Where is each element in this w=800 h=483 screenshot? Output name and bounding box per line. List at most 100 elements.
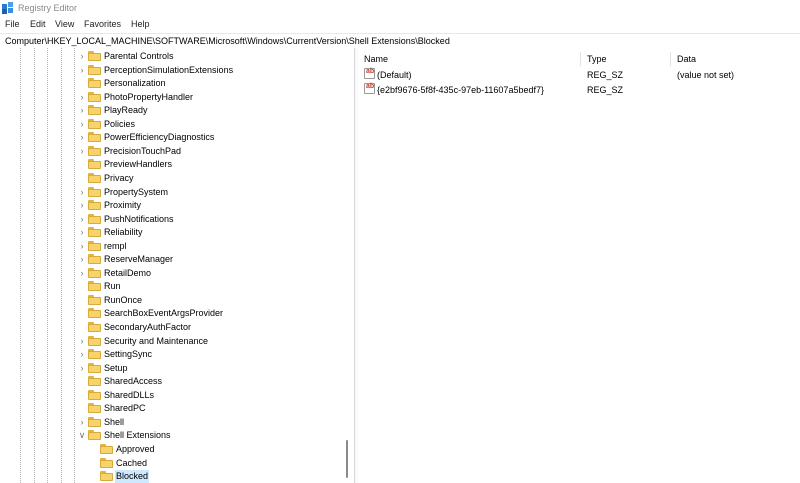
tree-item-label[interactable]: PreviewHandlers	[103, 158, 173, 171]
tree-item-label[interactable]: PerceptionSimulationExtensions	[103, 64, 234, 77]
registry-tree[interactable]: › Parental Controls › PerceptionSimulationE…	[0, 48, 355, 483]
tree-item-label[interactable]: Blocked	[115, 470, 150, 483]
column-separator[interactable]	[670, 52, 671, 66]
tree-item[interactable]: Privacy	[0, 172, 340, 185]
values-list[interactable]: Name Type Data ab (Default) REG_SZ (value n…	[358, 48, 800, 483]
tree-item[interactable]: › Policies	[0, 118, 340, 131]
chevron-right-icon[interactable]: ›	[78, 145, 86, 157]
chevron-right-icon[interactable]: ›	[78, 50, 86, 62]
chevron-right-icon[interactable]: ›	[78, 253, 86, 265]
chevron-right-icon[interactable]: ›	[78, 267, 86, 279]
chevron-right-icon[interactable]: ›	[78, 240, 86, 252]
chevron-right-icon[interactable]: ›	[78, 348, 86, 360]
tree-item-label[interactable]: Privacy	[103, 172, 135, 185]
tree-item[interactable]: › Security and Maintenance	[0, 335, 340, 348]
chevron-right-icon[interactable]: ›	[78, 213, 86, 225]
column-separator[interactable]	[580, 52, 581, 66]
tree-item[interactable]: › PropertySystem	[0, 186, 340, 199]
chevron-right-icon[interactable]: ›	[78, 91, 86, 103]
tree-item[interactable]: › Setup	[0, 362, 340, 375]
tree-item-label[interactable]: Cached	[115, 457, 148, 470]
tree-item[interactable]: › Reliability	[0, 226, 340, 239]
tree-item[interactable]: › Proximity	[0, 199, 340, 212]
tree-item-label[interactable]: Reliability	[103, 226, 144, 239]
chevron-right-icon[interactable]: ›	[78, 416, 86, 428]
tree-scrollbar-thumb[interactable]	[346, 440, 348, 478]
chevron-right-icon[interactable]: ›	[78, 118, 86, 130]
tree-item[interactable]: › PowerEfficiencyDiagnostics	[0, 131, 340, 144]
menu-favorites[interactable]: Favorites	[84, 19, 121, 29]
tree-item[interactable]: Personalization	[0, 77, 340, 90]
column-header-data[interactable]: Data	[677, 54, 696, 64]
tree-item-label[interactable]: ReserveManager	[103, 253, 174, 266]
tree-item[interactable]: › Shell	[0, 416, 340, 429]
tree-item[interactable]: › PrecisionTouchPad	[0, 145, 340, 158]
tree-item-label[interactable]: SecondaryAuthFactor	[103, 321, 192, 334]
tree-item-label[interactable]: PrecisionTouchPad	[103, 145, 182, 158]
tree-item-label[interactable]: PushNotifications	[103, 213, 175, 226]
tree-item[interactable]: › rempl	[0, 240, 340, 253]
tree-item[interactable]: › SettingSync	[0, 348, 340, 361]
chevron-right-icon[interactable]: ›	[78, 104, 86, 116]
tree-item-label[interactable]: RunOnce	[103, 294, 143, 307]
tree-item-label[interactable]: PlayReady	[103, 104, 149, 117]
tree-item-label[interactable]: Parental Controls	[103, 50, 175, 63]
menu-view[interactable]: View	[55, 19, 74, 29]
tree-item[interactable]: › PushNotifications	[0, 213, 340, 226]
column-header-name[interactable]: Name	[364, 54, 388, 64]
tree-item-label[interactable]: Approved	[115, 443, 156, 456]
tree-item[interactable]: › RetailDemo	[0, 267, 340, 280]
tree-item[interactable]: › PhotoPropertyHandler	[0, 91, 340, 104]
tree-item-label[interactable]: PropertySystem	[103, 186, 169, 199]
chevron-right-icon[interactable]: ›	[78, 64, 86, 76]
chevron-right-icon[interactable]: ›	[78, 186, 86, 198]
chevron-down-icon[interactable]: ∨	[78, 429, 86, 441]
tree-item[interactable]: › Parental Controls	[0, 50, 340, 63]
tree-item-label[interactable]: Security and Maintenance	[103, 335, 209, 348]
value-row[interactable]: ab {e2bf9676-5f8f-435c-97eb-11607a5bedf7}…	[358, 82, 800, 96]
menu-edit[interactable]: Edit	[30, 19, 46, 29]
chevron-right-icon[interactable]: ›	[78, 335, 86, 347]
tree-item-label[interactable]: Policies	[103, 118, 136, 131]
tree-item-label[interactable]: RetailDemo	[103, 267, 152, 280]
tree-item-label[interactable]: PhotoPropertyHandler	[103, 91, 194, 104]
tree-item-label[interactable]: Shell Extensions	[103, 429, 172, 442]
chevron-right-icon[interactable]: ›	[78, 199, 86, 211]
tree-item-label[interactable]: rempl	[103, 240, 128, 253]
tree-item-label[interactable]: Shell	[103, 416, 125, 429]
tree-item[interactable]: PreviewHandlers	[0, 158, 340, 171]
address-bar[interactable]: Computer\HKEY_LOCAL_MACHINE\SOFTWARE\Mic…	[0, 33, 800, 47]
chevron-right-icon[interactable]: ›	[78, 226, 86, 238]
tree-item[interactable]: SharedDLLs	[0, 389, 340, 402]
tree-item-label[interactable]: Setup	[103, 362, 129, 375]
menu-help[interactable]: Help	[131, 19, 150, 29]
tree-item[interactable]: ∨ Shell Extensions	[0, 429, 340, 442]
tree-item-label[interactable]: SharedDLLs	[103, 389, 155, 402]
address-path[interactable]: Computer\HKEY_LOCAL_MACHINE\SOFTWARE\Mic…	[5, 36, 450, 46]
tree-item-label[interactable]: Proximity	[103, 199, 142, 212]
value-row[interactable]: ab (Default) REG_SZ (value not set)	[358, 68, 800, 81]
tree-item-label[interactable]: SearchBoxEventArgsProvider	[103, 307, 224, 320]
tree-item[interactable]: › ReserveManager	[0, 253, 340, 266]
chevron-right-icon[interactable]: ›	[78, 131, 86, 143]
tree-item-label[interactable]: PowerEfficiencyDiagnostics	[103, 131, 215, 144]
tree-item[interactable]: Approved	[0, 443, 340, 456]
tree-item[interactable]: Blocked	[0, 470, 340, 483]
tree-item-label[interactable]: Personalization	[103, 77, 167, 90]
chevron-right-icon[interactable]: ›	[78, 362, 86, 374]
tree-item[interactable]: › PlayReady	[0, 104, 340, 117]
column-header-type[interactable]: Type	[587, 54, 607, 64]
tree-item-label[interactable]: Run	[103, 280, 122, 293]
tree-item[interactable]: SecondaryAuthFactor	[0, 321, 340, 334]
tree-item[interactable]: SharedAccess	[0, 375, 340, 388]
tree-item[interactable]: Run	[0, 280, 340, 293]
tree-item[interactable]: SharedPC	[0, 402, 340, 415]
tree-item-label[interactable]: SharedAccess	[103, 375, 163, 388]
tree-item-label[interactable]: SharedPC	[103, 402, 147, 415]
tree-item[interactable]: RunOnce	[0, 294, 340, 307]
tree-item-label[interactable]: SettingSync	[103, 348, 153, 361]
tree-item[interactable]: › PerceptionSimulationExtensions	[0, 64, 340, 77]
menu-file[interactable]: File	[5, 19, 20, 29]
tree-item[interactable]: Cached	[0, 457, 340, 470]
tree-item[interactable]: SearchBoxEventArgsProvider	[0, 307, 340, 320]
